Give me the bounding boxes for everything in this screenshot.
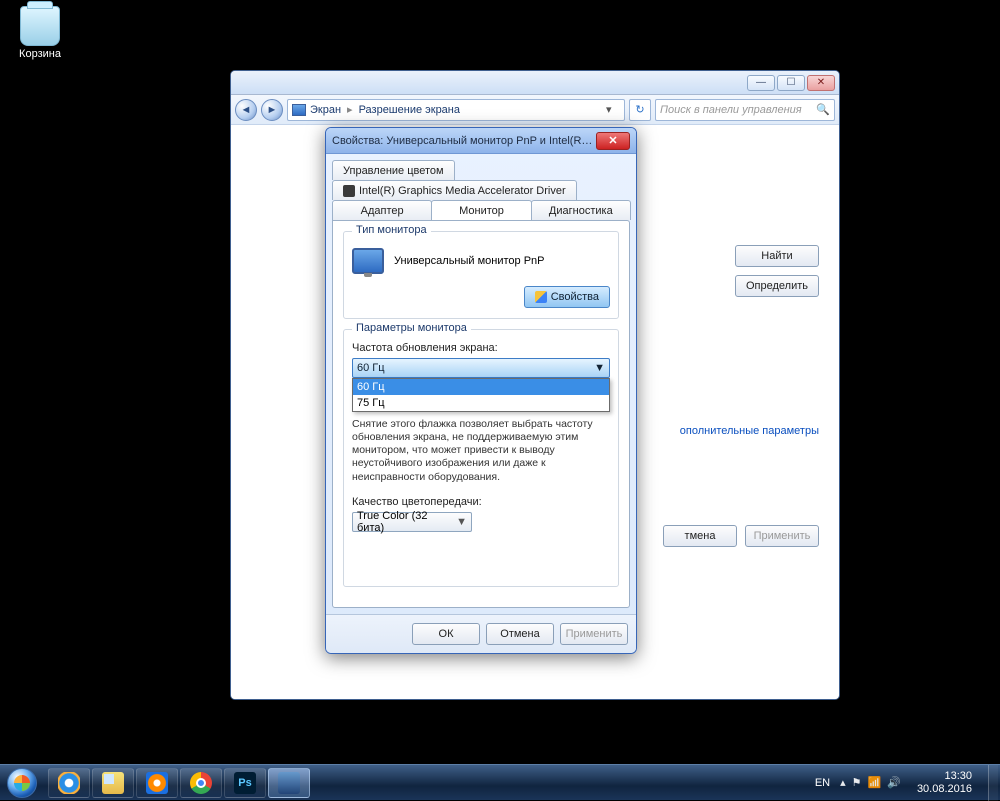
apply-button: Применить [560,623,628,645]
monitor-icon [292,104,306,116]
cancel-button[interactable]: Отмена [486,623,554,645]
media-player-icon [146,772,168,794]
breadcrumb[interactable]: Экран ▸ Разрешение экрана ▾ [287,99,625,121]
refresh-option-75[interactable]: 75 Гц [353,395,609,411]
breadcrumb-item-1[interactable]: Экран [310,104,341,116]
advanced-settings-link[interactable]: ополнительные параметры [680,425,819,437]
detect-button[interactable]: Определить [735,275,819,297]
taskbar-item-control-panel[interactable] [268,768,310,798]
intel-icon [343,185,355,197]
dialog-titlebar[interactable]: Свойства: Универсальный монитор PnP и In… [326,128,636,154]
control-panel-icon [278,772,300,794]
refresh-rate-selected: 60 Гц [357,362,385,374]
dialog-button-row: ОК Отмена Применить [326,614,636,653]
ie-icon [58,772,80,794]
explorer-icon [102,772,124,794]
find-button[interactable]: Найти [735,245,819,267]
shield-icon [535,291,547,303]
show-desktop-button[interactable] [988,765,998,801]
chrome-icon [190,772,212,794]
breadcrumb-item-2[interactable]: Разрешение экрана [359,104,460,116]
system-tray: EN ▴ ⚑ 📶 🔊 13:30 30.08.2016 [815,765,1000,801]
recycle-bin-icon [20,6,60,46]
tab-panel-monitor: Тип монитора Универсальный монитор PnP С… [332,220,630,608]
tabstrip: Управление цветом Intel(R) Graphics Medi… [332,160,630,220]
refresh-option-60[interactable]: 60 Гц [353,379,609,395]
tray-chevron-up-icon[interactable]: ▴ [840,776,846,789]
search-input[interactable]: Поиск в панели управления 🔍 [655,99,835,121]
monitor-properties-button[interactable]: Свойства [524,286,610,308]
windows-orb-icon [7,768,37,798]
cancel-button[interactable]: тмена [663,525,737,547]
monitor-icon [352,248,384,274]
language-indicator[interactable]: EN [815,777,830,789]
refresh-rate-list: 60 Гц 75 Гц [352,378,610,412]
chevron-down-icon: ▼ [594,362,605,374]
nav-back-button[interactable]: ◄ [235,99,257,121]
volume-icon[interactable]: 🔊 [887,776,901,789]
dialog-title: Свойства: Универсальный монитор PnP и In… [332,135,596,147]
taskbar-item-ie[interactable] [48,768,90,798]
close-button[interactable]: ✕ [807,75,835,91]
clock[interactable]: 13:30 30.08.2016 [911,768,978,796]
hide-modes-help-text: Снятие этого флажка позволяет выбрать ча… [352,418,610,484]
address-bar: ◄ ► Экран ▸ Разрешение экрана ▾ ↻ Поиск … [231,95,839,125]
group-title-type: Тип монитора [352,224,431,236]
taskbar: Ps EN ▴ ⚑ 📶 🔊 13:30 30.08.2016 [0,764,1000,800]
maximize-button[interactable]: ☐ [777,75,805,91]
chevron-right-icon: ▸ [347,103,353,116]
apply-button: Применить [745,525,819,547]
tab-adapter[interactable]: Адаптер [332,200,432,220]
taskbar-item-chrome[interactable] [180,768,222,798]
minimize-button[interactable]: — [747,75,775,91]
recycle-bin-label: Корзина [10,48,70,60]
refresh-rate-label: Частота обновления экрана: [352,342,610,354]
breadcrumb-dropdown[interactable]: ▾ [606,103,620,116]
photoshop-icon: Ps [234,772,256,794]
nav-forward-button[interactable]: ► [261,99,283,121]
tab-diagnostics[interactable]: Диагностика [531,200,631,220]
tab-monitor[interactable]: Монитор [431,200,531,220]
taskbar-item-media-player[interactable] [136,768,178,798]
refresh-button[interactable]: ↻ [629,99,651,121]
taskbar-item-explorer[interactable] [92,768,134,798]
clock-date: 30.08.2016 [917,783,972,795]
refresh-rate-dropdown[interactable]: 60 Гц ▼ 60 Гц 75 Гц [352,358,610,378]
chevron-down-icon: ▼ [456,516,467,528]
network-icon[interactable]: 📶 [868,776,882,789]
dialog-close-button[interactable]: ✕ [596,132,630,150]
monitor-type-group: Тип монитора Универсальный монитор PnP С… [343,231,619,319]
group-title-params: Параметры монитора [352,322,471,334]
start-button[interactable] [0,765,44,801]
monitor-properties-dialog: Свойства: Универсальный монитор PnP и In… [325,127,637,654]
monitor-name: Универсальный монитор PnP [394,255,545,267]
window-titlebar[interactable]: — ☐ ✕ [231,71,839,95]
color-quality-label: Качество цветопередачи: [352,496,610,508]
tab-color-management[interactable]: Управление цветом [332,160,455,180]
clock-time: 13:30 [917,770,972,782]
search-icon: 🔍 [816,103,830,116]
recycle-bin[interactable]: Корзина [10,6,70,60]
ok-button[interactable]: ОК [412,623,480,645]
color-quality-value: True Color (32 бита) [357,510,456,534]
tab-intel-driver[interactable]: Intel(R) Graphics Media Accelerator Driv… [332,180,577,200]
monitor-params-group: Параметры монитора Частота обновления эк… [343,329,619,587]
taskbar-item-photoshop[interactable]: Ps [224,768,266,798]
color-quality-dropdown[interactable]: True Color (32 бита) ▼ [352,512,472,532]
flag-icon[interactable]: ⚑ [852,776,862,789]
search-placeholder: Поиск в панели управления [660,104,802,116]
